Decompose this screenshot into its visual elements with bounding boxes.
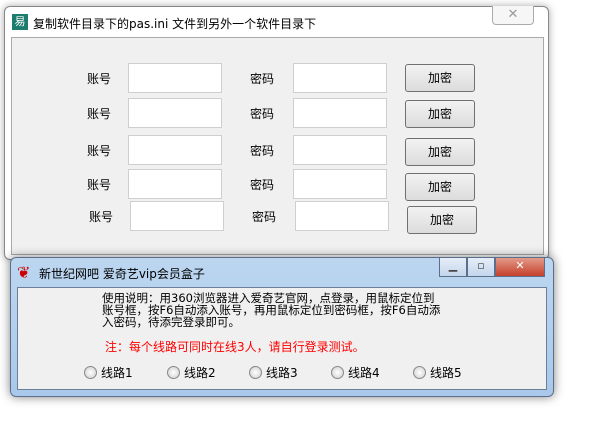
line-radio-2[interactable]: 线路2 (167, 364, 216, 381)
account-label: 账号 (87, 178, 112, 192)
password-label: 密码 (250, 72, 275, 86)
account-input[interactable] (130, 201, 224, 231)
account-input[interactable] (128, 63, 222, 93)
encrypt-button[interactable]: 加密 (405, 173, 475, 201)
password-input[interactable] (293, 135, 387, 165)
line-label: 线路4 (348, 366, 380, 380)
app-icon: 易 (12, 14, 28, 30)
radio-circle-icon[interactable] (84, 366, 97, 379)
account-panel: 账号 密码 加密 账号 密码 加密 账号 密码 加密 账号 密码 加密 账号 密码 加密 (11, 37, 544, 255)
instructions-text: 使用说明：用360浏览器进入爱奇艺官网，点登录，用鼠标定位到账号框，按F6自动添… (102, 291, 441, 329)
password-input[interactable] (293, 63, 387, 93)
line-radio-1[interactable]: 线路1 (84, 364, 133, 381)
butterfly-logo-icon: ❦ (17, 263, 31, 282)
radio-circle-icon[interactable] (413, 366, 426, 379)
radio-circle-icon[interactable] (331, 366, 344, 379)
maximize-button[interactable]: ▫ (467, 257, 495, 277)
password-label: 密码 (250, 107, 275, 121)
minimize-button[interactable]: ▁ (439, 257, 467, 277)
password-input[interactable] (295, 201, 389, 231)
account-label: 账号 (87, 144, 112, 158)
line-label: 线路3 (266, 366, 298, 380)
encrypt-button[interactable]: 加密 (405, 64, 475, 92)
account-label: 账号 (89, 210, 114, 224)
password-input[interactable] (293, 98, 387, 128)
account-label: 账号 (87, 107, 112, 121)
info-panel: 使用说明：用360浏览器进入爱奇艺官网，点登录，用鼠标定位到账号框，按F6自动添… (17, 287, 547, 390)
account-input[interactable] (128, 135, 222, 165)
password-input[interactable] (293, 169, 387, 199)
radio-circle-icon[interactable] (249, 366, 262, 379)
note-text: 注：每个线路可同时在线3人，请自行登录测试。 (105, 340, 365, 354)
line-radio-5[interactable]: 线路5 (413, 364, 462, 381)
vip-box-window: ❦ 新世纪网吧 爱奇艺vip会员盒子 ▁ ▫ ✕ 使用说明：用360浏览器进入爱… (10, 257, 554, 397)
radio-circle-icon[interactable] (167, 366, 180, 379)
line-radio-3[interactable]: 线路3 (249, 364, 298, 381)
copy-config-window: 易 复制软件目录下的pas.ini 文件到另外一个软件目录下 ✕ 账号 密码 加… (4, 6, 549, 260)
password-label: 密码 (252, 210, 277, 224)
password-label: 密码 (250, 144, 275, 158)
line-label: 线路1 (101, 366, 133, 380)
line-label: 线路5 (430, 366, 462, 380)
password-label: 密码 (250, 178, 275, 192)
encrypt-button[interactable]: 加密 (407, 206, 477, 234)
encrypt-button[interactable]: 加密 (405, 100, 475, 128)
encrypt-button[interactable]: 加密 (405, 138, 475, 166)
account-input[interactable] (128, 98, 222, 128)
window-title: 新世纪网吧 爱奇艺vip会员盒子 (39, 267, 205, 281)
close-button[interactable]: ✕ (495, 257, 545, 277)
account-label: 账号 (87, 72, 112, 86)
line-label: 线路2 (184, 366, 216, 380)
line-radio-4[interactable]: 线路4 (331, 364, 380, 381)
close-button[interactable]: ✕ (492, 6, 534, 25)
window-title: 复制软件目录下的pas.ini 文件到另外一个软件目录下 (33, 17, 317, 31)
account-input[interactable] (128, 169, 222, 199)
